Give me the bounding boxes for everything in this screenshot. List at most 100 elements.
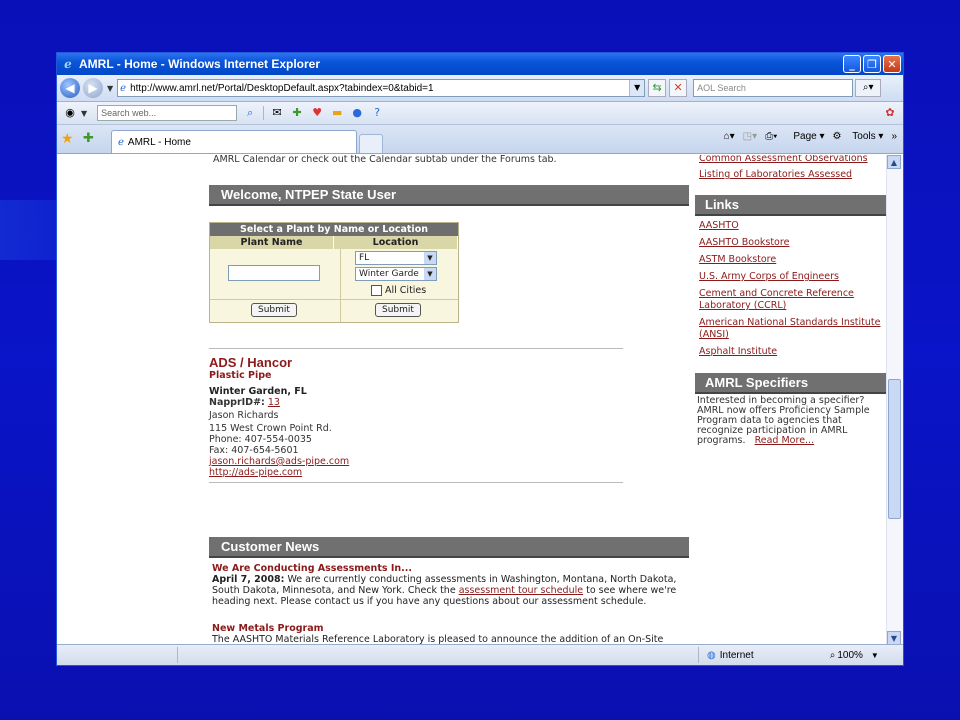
plant-search-form: Select a Plant by Name or Location Plant… xyxy=(209,222,459,323)
read-more-link[interactable]: Read More... xyxy=(755,435,815,446)
new-tab-button[interactable] xyxy=(359,134,383,153)
location-header: Location xyxy=(334,236,458,249)
browser-window: ℯ AMRL - Home - Windows Internet Explore… xyxy=(56,52,904,666)
news-body: We Are Conducting Assessments In... Apri… xyxy=(209,558,689,645)
page-menu[interactable]: Page ▾ xyxy=(785,131,824,142)
add-favorites-icon[interactable]: ✚ xyxy=(83,131,94,146)
globe-icon: ◍ xyxy=(707,649,716,661)
scroll-up-icon[interactable]: ▲ xyxy=(887,155,901,169)
company-website-link[interactable]: http://ads-pipe.com xyxy=(209,467,623,478)
specifiers-section: AMRL Specifiers Interested in becoming a… xyxy=(695,373,887,448)
plant-name-input[interactable] xyxy=(228,265,320,281)
scroll-thumb[interactable] xyxy=(888,379,901,519)
all-cities-checkbox[interactable] xyxy=(371,285,382,296)
location-cell: FL ▼ Winter Garde ▼ All Cities xyxy=(341,249,457,299)
tools-menu-label: Tools xyxy=(852,131,876,142)
search-toolbar: ◉ ▼ Search web... ⌕ ✉ ✚ ♥ ▬ ● ? ✿ xyxy=(57,102,903,125)
chevron-icon[interactable]: » xyxy=(891,131,897,142)
ie-logo-icon: ℯ xyxy=(64,57,72,71)
maximize-button[interactable]: ❐ xyxy=(863,55,881,73)
favorites-star-icon[interactable]: ★ xyxy=(61,131,74,147)
link-astm-bookstore[interactable]: ASTM Bookstore xyxy=(699,254,883,266)
home-icon[interactable]: ⌂▾ xyxy=(724,131,735,142)
add-icon[interactable]: ✚ xyxy=(290,106,304,120)
news-item-1-text: April 7, 2008: We are currently conducti… xyxy=(212,574,686,607)
slide-decoration xyxy=(0,200,56,260)
forward-button[interactable]: ▶ xyxy=(83,78,103,98)
nappr-label: NapprID#: xyxy=(209,397,265,408)
search-icon[interactable]: ⌕ xyxy=(243,106,257,120)
nappr-row: NapprID#: 13 xyxy=(209,397,623,408)
print-icon[interactable]: ⎙▾ xyxy=(765,131,777,142)
close-button[interactable]: ✕ xyxy=(883,55,901,73)
tab-amrl-home[interactable]: ℯ AMRL - Home xyxy=(111,130,357,153)
news-item-1-title[interactable]: We Are Conducting Assessments In... xyxy=(212,563,686,574)
company-address: 115 West Crown Point Rd. xyxy=(209,423,332,434)
url-dropdown-icon[interactable]: ▼ xyxy=(629,80,645,96)
zoom-icon[interactable]: ⌕ xyxy=(830,650,836,661)
url-text[interactable]: http://www.amrl.net/Portal/DesktopDefaul… xyxy=(130,83,629,94)
highlight-icon[interactable]: ▬ xyxy=(330,106,344,120)
stop-button[interactable]: ✕ xyxy=(669,79,688,97)
plant-form-headers: Plant Name Location xyxy=(210,236,458,249)
link-aashto-bookstore[interactable]: AASHTO Bookstore xyxy=(699,237,883,249)
submit-location-button[interactable]: Submit xyxy=(375,303,421,317)
company-phone: Phone: 407-554-0035 xyxy=(209,434,312,445)
settings-icon[interactable]: ✿ xyxy=(883,106,897,120)
common-observations-link[interactable]: Common Assessment Observations xyxy=(699,155,868,167)
link-aashto[interactable]: AASHTO xyxy=(699,220,883,232)
search-go-icon[interactable]: ⌕▾ xyxy=(855,79,882,97)
refresh-button[interactable]: ⇆ xyxy=(648,79,667,97)
feeds-icon[interactable]: ◳▾ xyxy=(743,131,757,142)
help-icon[interactable]: ? xyxy=(370,106,384,120)
chevron-down-icon[interactable]: ▼ xyxy=(424,268,436,280)
plant-form-title: Select a Plant by Name or Location xyxy=(210,223,458,236)
status-progress xyxy=(178,647,699,663)
chevron-down-icon[interactable]: ▼ xyxy=(424,252,436,264)
submit-cell-location: Submit xyxy=(341,300,457,322)
link-asphalt-institute[interactable]: Asphalt Institute xyxy=(699,346,883,358)
toolbar-dropdown-icon[interactable]: ▼ xyxy=(81,109,87,118)
tab-label: AMRL - Home xyxy=(127,136,191,148)
all-cities-label: All Cities xyxy=(385,285,427,296)
tools-menu[interactable]: ⚙ Tools ▾ xyxy=(833,131,884,142)
aol-search-input[interactable]: AOL Search xyxy=(693,79,854,97)
link-ansi[interactable]: American National Standards Institute (A… xyxy=(699,317,883,341)
zoom-level[interactable]: 100% xyxy=(837,650,863,661)
link-army-corps[interactable]: U.S. Army Corps of Engineers xyxy=(699,271,883,283)
customer-news-section: Customer News We Are Conducting Assessme… xyxy=(209,537,689,645)
nappr-id-link[interactable]: 13 xyxy=(268,397,280,408)
company-location: Winter Garden, FL xyxy=(209,386,307,397)
assessment-tour-link[interactable]: assessment tour schedule xyxy=(459,585,583,596)
plant-name-header: Plant Name xyxy=(210,236,334,249)
welcome-header: Welcome, NTPEP State User xyxy=(209,185,689,206)
news-item-2-title[interactable]: New Metals Program xyxy=(212,623,686,634)
submit-name-button[interactable]: Submit xyxy=(251,303,297,317)
page-menu-label: Page xyxy=(793,131,817,142)
welcome-section: Welcome, NTPEP State User xyxy=(209,185,689,206)
company-details: ADS / Hancor Plastic Pipe Winter Garden,… xyxy=(209,355,623,478)
heart-icon[interactable]: ♥ xyxy=(310,106,324,120)
company-email-link[interactable]: jason.richards@ads-pipe.com xyxy=(209,456,623,467)
aol-logo-icon: ◉ xyxy=(65,106,75,119)
all-cities-option[interactable]: All Cities xyxy=(371,285,426,296)
scroll-down-icon[interactable]: ▼ xyxy=(887,631,901,645)
vertical-scrollbar[interactable]: ▲ ▼ xyxy=(886,155,903,645)
city-select[interactable]: Winter Garde ▼ xyxy=(355,267,437,281)
mail-icon[interactable]: ✉ xyxy=(270,106,284,120)
tab-row: ★ ✚ ℯ AMRL - Home ⌂▾ ◳▾ ⎙▾ Page ▾ ⚙ Tool… xyxy=(57,125,903,154)
back-button[interactable]: ◀ xyxy=(60,78,80,98)
url-field[interactable]: ℯ http://www.amrl.net/Portal/DesktopDefa… xyxy=(117,79,646,97)
divider-top xyxy=(209,348,623,349)
search-web-input[interactable]: Search web... xyxy=(97,105,238,121)
zoom-dropdown-icon[interactable]: ▼ xyxy=(871,651,879,660)
window-title: AMRL - Home - Windows Internet Explorer xyxy=(79,57,321,71)
calendar-note: AMRL Calendar or check out the Calendar … xyxy=(213,155,557,165)
messenger-icon[interactable]: ● xyxy=(350,106,364,120)
minimize-button[interactable]: _ xyxy=(843,55,861,73)
history-dropdown-icon[interactable]: ▼ xyxy=(107,84,113,93)
link-ccrl[interactable]: Cement and Concrete Reference Laboratory… xyxy=(699,288,883,312)
labs-assessed-link[interactable]: Listing of Laboratories Assessed xyxy=(699,167,868,183)
state-select[interactable]: FL ▼ xyxy=(355,251,437,265)
page-content: AMRL Calendar or check out the Calendar … xyxy=(57,155,889,645)
